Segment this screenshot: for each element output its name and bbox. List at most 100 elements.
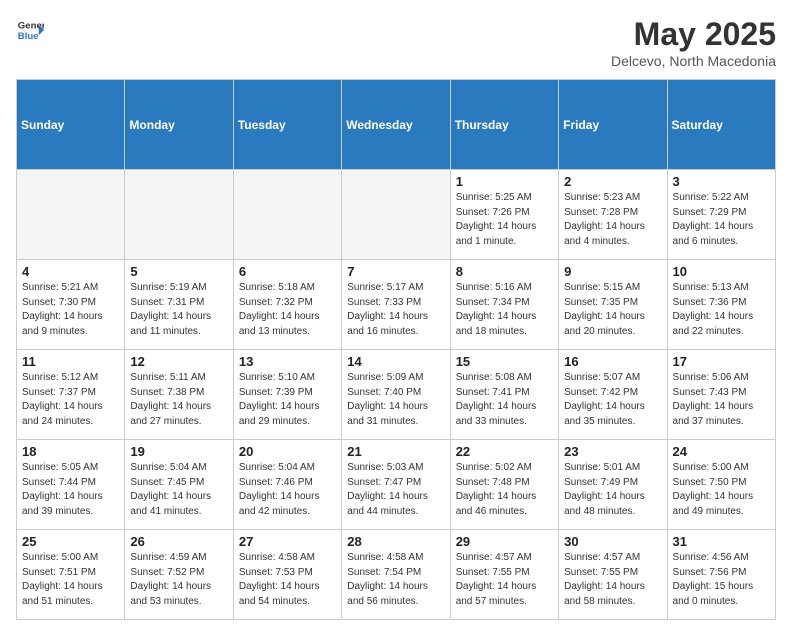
day-number: 8: [456, 264, 553, 279]
calendar-week-row: 18 Sunrise: 5:05 AM Sunset: 7:44 PM Dayli…: [17, 440, 776, 530]
day-info: Sunrise: 4:58 AM Sunset: 7:54 PM Dayligh…: [347, 551, 444, 609]
day-info: Sunrise: 5:06 AM Sunset: 7:43 PM Dayligh…: [673, 371, 770, 429]
calendar-cell: 25Sunrise: 5:00 AM Sunset: 7:51 PM Dayli…: [17, 530, 125, 620]
day-number: 2: [564, 174, 661, 189]
day-info: Sunrise: 5:22 AM Sunset: 7:29 PM Dayligh…: [673, 191, 770, 249]
day-info: Sunrise: 5:08 AM Sunset: 7:41 PM Dayligh…: [456, 371, 553, 429]
day-number: 31: [673, 534, 770, 549]
day-header: Sunday: [17, 80, 125, 170]
calendar-cell: 8 Sunrise: 5:16 AM Sunset: 7:34 PM Daylig…: [450, 260, 558, 350]
calendar-week-row: 4Sunrise: 5:21 AM Sunset: 7:30 PM Daylig…: [17, 260, 776, 350]
calendar-body: 1 Sunrise: 5:25 AM Sunset: 7:26 PM Daylig…: [17, 170, 776, 620]
day-header: Wednesday: [342, 80, 450, 170]
day-info: Sunrise: 5:13 AM Sunset: 7:36 PM Dayligh…: [673, 281, 770, 339]
calendar-cell: [233, 170, 341, 260]
calendar-cell: 12 Sunrise: 5:11 AM Sunset: 7:38 PM Dayli…: [125, 350, 233, 440]
day-number: 27: [239, 534, 336, 549]
day-number: 11: [22, 354, 119, 369]
day-info: Sunrise: 5:16 AM Sunset: 7:34 PM Dayligh…: [456, 281, 553, 339]
day-info: Sunrise: 5:04 AM Sunset: 7:46 PM Dayligh…: [239, 461, 336, 519]
day-info: Sunrise: 5:19 AM Sunset: 7:31 PM Dayligh…: [130, 281, 227, 339]
day-number: 20: [239, 444, 336, 459]
day-number: 3: [673, 174, 770, 189]
calendar-cell: 24 Sunrise: 5:00 AM Sunset: 7:50 PM Dayli…: [667, 440, 775, 530]
calendar-cell: 30 Sunrise: 4:57 AM Sunset: 7:55 PM Dayli…: [559, 530, 667, 620]
day-header: Friday: [559, 80, 667, 170]
day-number: 10: [673, 264, 770, 279]
day-info: Sunrise: 5:15 AM Sunset: 7:35 PM Dayligh…: [564, 281, 661, 339]
month-title: May 2025: [611, 16, 776, 53]
day-info: Sunrise: 4:57 AM Sunset: 7:55 PM Dayligh…: [456, 551, 553, 609]
day-info: Sunrise: 5:02 AM Sunset: 7:48 PM Dayligh…: [456, 461, 553, 519]
day-header: Thursday: [450, 80, 558, 170]
day-info: Sunrise: 5:01 AM Sunset: 7:49 PM Dayligh…: [564, 461, 661, 519]
day-number: 12: [130, 354, 227, 369]
day-info: Sunrise: 4:58 AM Sunset: 7:53 PM Dayligh…: [239, 551, 336, 609]
calendar-cell: 13Sunrise: 5:10 AM Sunset: 7:39 PM Dayli…: [233, 350, 341, 440]
day-info: Sunrise: 4:57 AM Sunset: 7:55 PM Dayligh…: [564, 551, 661, 609]
calendar-cell: 14 Sunrise: 5:09 AM Sunset: 7:40 PM Dayli…: [342, 350, 450, 440]
calendar-week-row: 1 Sunrise: 5:25 AM Sunset: 7:26 PM Daylig…: [17, 170, 776, 260]
calendar-cell: 1 Sunrise: 5:25 AM Sunset: 7:26 PM Daylig…: [450, 170, 558, 260]
calendar-week-row: 25Sunrise: 5:00 AM Sunset: 7:51 PM Dayli…: [17, 530, 776, 620]
day-info: Sunrise: 5:18 AM Sunset: 7:32 PM Dayligh…: [239, 281, 336, 339]
day-number: 25: [22, 534, 119, 549]
day-number: 24: [673, 444, 770, 459]
calendar-cell: 21Sunrise: 5:03 AM Sunset: 7:47 PM Dayli…: [342, 440, 450, 530]
calendar-cell: 22 Sunrise: 5:02 AM Sunset: 7:48 PM Dayli…: [450, 440, 558, 530]
day-number: 29: [456, 534, 553, 549]
day-number: 23: [564, 444, 661, 459]
day-number: 6: [239, 264, 336, 279]
day-header: Monday: [125, 80, 233, 170]
calendar-cell: [342, 170, 450, 260]
calendar-cell: 5 Sunrise: 5:19 AM Sunset: 7:31 PM Daylig…: [125, 260, 233, 350]
calendar-cell: 7 Sunrise: 5:17 AM Sunset: 7:33 PM Daylig…: [342, 260, 450, 350]
day-number: 22: [456, 444, 553, 459]
day-number: 14: [347, 354, 444, 369]
day-info: Sunrise: 5:04 AM Sunset: 7:45 PM Dayligh…: [130, 461, 227, 519]
day-number: 13: [239, 354, 336, 369]
calendar-cell: 28 Sunrise: 4:58 AM Sunset: 7:54 PM Dayli…: [342, 530, 450, 620]
day-number: 1: [456, 174, 553, 189]
day-number: 7: [347, 264, 444, 279]
day-info: Sunrise: 5:17 AM Sunset: 7:33 PM Dayligh…: [347, 281, 444, 339]
day-number: 5: [130, 264, 227, 279]
day-info: Sunrise: 5:23 AM Sunset: 7:28 PM Dayligh…: [564, 191, 661, 249]
svg-text:Blue: Blue: [18, 31, 39, 42]
calendar-cell: 27 Sunrise: 4:58 AM Sunset: 7:53 PM Dayli…: [233, 530, 341, 620]
calendar-cell: 9 Sunrise: 5:15 AM Sunset: 7:35 PM Daylig…: [559, 260, 667, 350]
day-number: 16: [564, 354, 661, 369]
calendar-cell: 31Sunrise: 4:56 AM Sunset: 7:56 PM Dayli…: [667, 530, 775, 620]
calendar-cell: 15 Sunrise: 5:08 AM Sunset: 7:41 PM Dayli…: [450, 350, 558, 440]
calendar-week-row: 11Sunrise: 5:12 AM Sunset: 7:37 PM Dayli…: [17, 350, 776, 440]
day-info: Sunrise: 5:05 AM Sunset: 7:44 PM Dayligh…: [22, 461, 119, 519]
day-number: 30: [564, 534, 661, 549]
calendar-table: SundayMondayTuesdayWednesdayThursdayFrid…: [16, 79, 776, 620]
location-subtitle: Delcevo, North Macedonia: [611, 53, 776, 69]
day-info: Sunrise: 5:07 AM Sunset: 7:42 PM Dayligh…: [564, 371, 661, 429]
day-info: Sunrise: 5:11 AM Sunset: 7:38 PM Dayligh…: [130, 371, 227, 429]
logo-icon: General Blue: [16, 16, 44, 44]
day-number: 17: [673, 354, 770, 369]
calendar-header-row: SundayMondayTuesdayWednesdayThursdayFrid…: [17, 80, 776, 170]
day-header: Tuesday: [233, 80, 341, 170]
calendar-cell: 20 Sunrise: 5:04 AM Sunset: 7:46 PM Dayli…: [233, 440, 341, 530]
calendar-cell: 2 Sunrise: 5:23 AM Sunset: 7:28 PM Daylig…: [559, 170, 667, 260]
calendar-cell: 4Sunrise: 5:21 AM Sunset: 7:30 PM Daylig…: [17, 260, 125, 350]
day-number: 15: [456, 354, 553, 369]
page-header: General Blue May 2025 Delcevo, North Mac…: [16, 16, 776, 69]
day-number: 28: [347, 534, 444, 549]
day-info: Sunrise: 5:03 AM Sunset: 7:47 PM Dayligh…: [347, 461, 444, 519]
calendar-cell: 16 Sunrise: 5:07 AM Sunset: 7:42 PM Dayli…: [559, 350, 667, 440]
day-info: Sunrise: 5:09 AM Sunset: 7:40 PM Dayligh…: [347, 371, 444, 429]
day-number: 9: [564, 264, 661, 279]
day-header: Saturday: [667, 80, 775, 170]
day-info: Sunrise: 5:00 AM Sunset: 7:50 PM Dayligh…: [673, 461, 770, 519]
calendar-cell: 10 Sunrise: 5:13 AM Sunset: 7:36 PM Dayli…: [667, 260, 775, 350]
calendar-cell: 3 Sunrise: 5:22 AM Sunset: 7:29 PM Daylig…: [667, 170, 775, 260]
day-number: 18: [22, 444, 119, 459]
logo: General Blue: [16, 16, 44, 44]
day-info: Sunrise: 5:25 AM Sunset: 7:26 PM Dayligh…: [456, 191, 553, 249]
calendar-cell: 17 Sunrise: 5:06 AM Sunset: 7:43 PM Dayli…: [667, 350, 775, 440]
calendar-cell: 11Sunrise: 5:12 AM Sunset: 7:37 PM Dayli…: [17, 350, 125, 440]
